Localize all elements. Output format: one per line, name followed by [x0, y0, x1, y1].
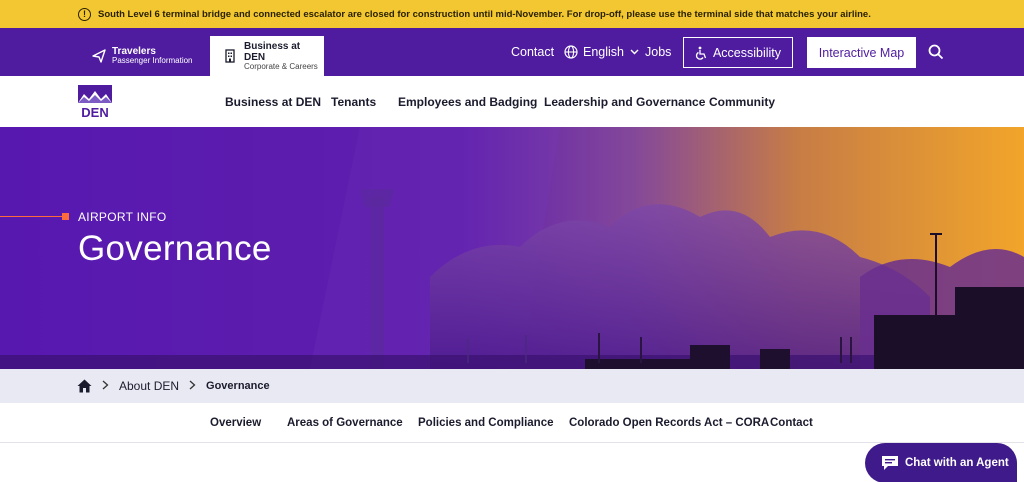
chevron-down-icon	[630, 49, 639, 55]
page-title: Governance	[78, 229, 272, 268]
hero-banner: AIRPORT INFO Governance	[0, 127, 1024, 369]
search-icon[interactable]	[928, 44, 944, 60]
nav-employees-and-badging[interactable]: Employees and Badging	[398, 76, 537, 127]
jobs-link[interactable]: Jobs	[645, 28, 671, 76]
hero-accent-square	[62, 213, 69, 220]
language-label: English	[583, 45, 624, 59]
chat-bubble-icon	[881, 455, 899, 471]
den-logo[interactable]: DEN	[78, 85, 112, 120]
accessibility-label: Accessibility	[712, 45, 782, 60]
tab-travelers[interactable]: Travelers Passenger Information	[92, 36, 193, 76]
chevron-right-icon	[102, 379, 109, 393]
building-icon	[224, 49, 238, 63]
home-icon[interactable]	[77, 379, 92, 393]
utility-bar: Travelers Passenger Information Business…	[0, 28, 1024, 76]
alert-text: South Level 6 terminal bridge and connec…	[98, 8, 871, 20]
interactive-map-button[interactable]: Interactive Map	[807, 37, 916, 68]
paper-plane-icon	[92, 49, 106, 63]
nav-business-at-den[interactable]: Business at DEN	[225, 76, 321, 127]
contact-link[interactable]: Contact	[511, 28, 554, 76]
subnav-cora[interactable]: Colorado Open Records Act – CORA	[569, 403, 769, 443]
breadcrumb-about-den[interactable]: About DEN	[119, 379, 179, 393]
subnav-overview[interactable]: Overview	[210, 403, 261, 443]
alert-banner: ! South Level 6 terminal bridge and conn…	[0, 0, 1024, 28]
language-selector[interactable]: English	[564, 28, 639, 76]
tab-business-title: Business at DEN	[244, 40, 301, 63]
accessibility-button[interactable]: Accessibility	[683, 37, 793, 68]
globe-icon	[564, 45, 578, 59]
wheelchair-icon	[695, 46, 707, 60]
nav-tenants[interactable]: Tenants	[331, 76, 376, 127]
tab-business-subtitle: Corporate & Careers	[244, 61, 318, 71]
breadcrumb-current: Governance	[206, 380, 270, 392]
nav-leadership-and-governance[interactable]: Leadership and Governance	[544, 76, 705, 127]
warning-circle-icon: !	[78, 7, 91, 21]
subnav-contact[interactable]: Contact	[770, 403, 813, 443]
chat-with-agent-button[interactable]: Chat with an Agent	[865, 443, 1017, 482]
breadcrumb: About DEN Governance	[0, 369, 1024, 403]
tab-business[interactable]: Business at DEN Corporate & Careers	[210, 36, 324, 76]
tab-travelers-subtitle: Passenger Information	[112, 56, 193, 66]
chevron-right-icon	[189, 379, 196, 393]
main-navigation: DEN Business at DEN Tenants Employees an…	[0, 76, 1024, 127]
section-subnav: Overview Areas of Governance Policies an…	[0, 403, 1024, 443]
hero-eyebrow: AIRPORT INFO	[78, 210, 167, 224]
hero-accent-line	[0, 216, 64, 217]
logo-text: DEN	[81, 105, 108, 118]
chat-label: Chat with an Agent	[905, 457, 1009, 469]
nav-community[interactable]: Community	[709, 76, 775, 127]
subnav-policies-and-compliance[interactable]: Policies and Compliance	[418, 403, 553, 443]
subnav-areas-of-governance[interactable]: Areas of Governance	[287, 403, 403, 443]
